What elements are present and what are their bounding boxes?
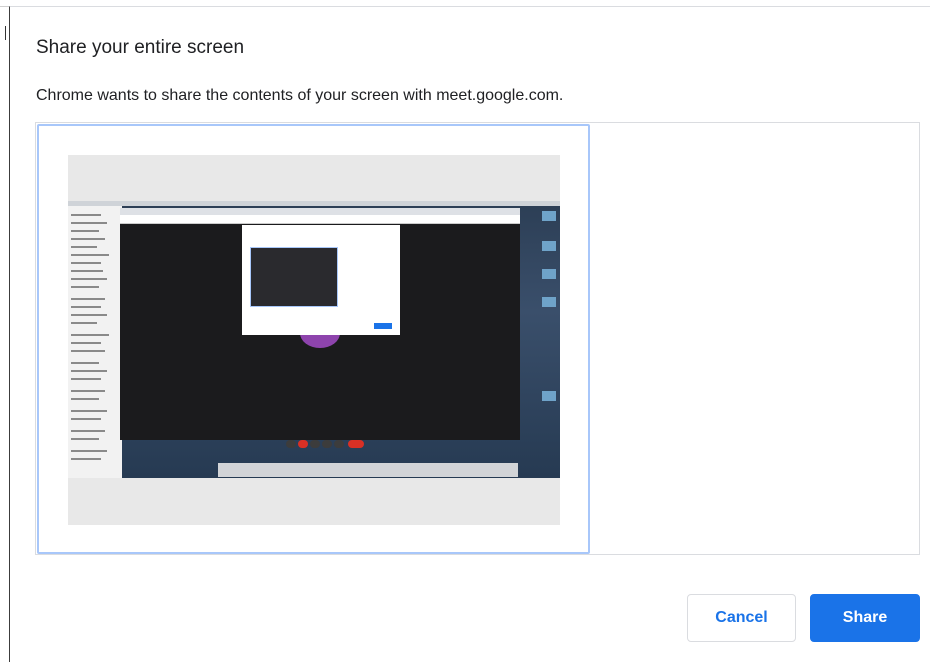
share-screen-dialog: Share your entire screen Chrome wants to…	[9, 6, 930, 662]
share-button[interactable]: Share	[810, 594, 920, 642]
screen-preview-image	[68, 201, 560, 478]
window-edge	[0, 0, 9, 662]
dialog-description: Chrome wants to share the contents of yo…	[36, 87, 564, 104]
window-edge-mark	[5, 26, 6, 40]
cancel-button[interactable]: Cancel	[687, 594, 796, 642]
screen-thumbnail	[68, 155, 560, 525]
window-divider	[0, 6, 9, 7]
dialog-title: Share your entire screen	[36, 37, 245, 58]
entire-screen-option[interactable]	[37, 124, 590, 554]
screen-source-list	[35, 122, 920, 555]
